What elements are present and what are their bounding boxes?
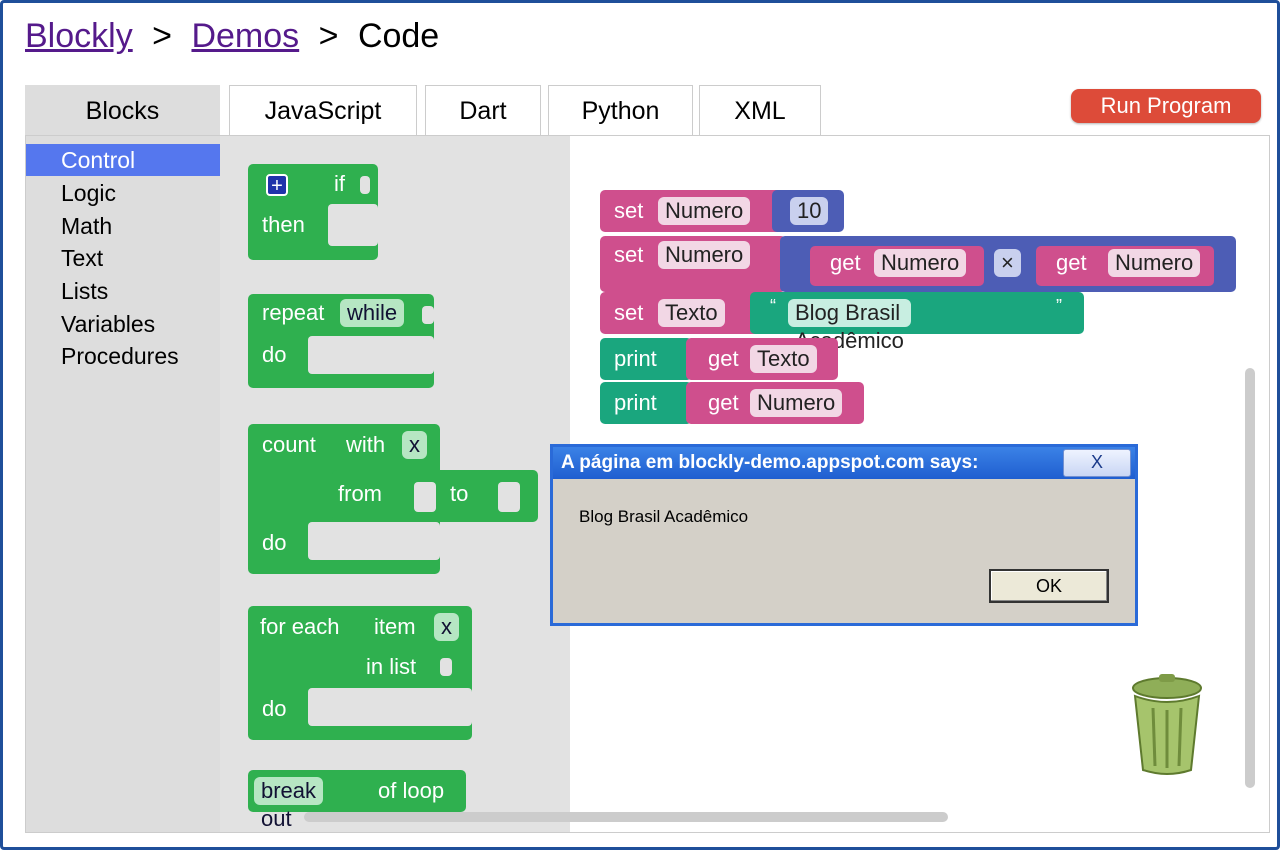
dialog-close-button[interactable]: X [1063,449,1131,477]
do-label: do [262,530,287,555]
get-label: get [708,346,739,371]
if-label: if [334,171,345,196]
toolbox-item-math[interactable]: Math [26,210,220,242]
variable-dropdown[interactable]: Numero [1108,249,1201,277]
toolbox-item-variables[interactable]: Variables [26,308,220,340]
print-label: print [614,346,657,371]
count-label: count [262,432,316,457]
breadcrumb: Blockly > Demos > Code [25,17,439,56]
breadcrumb-current: Code [357,17,440,55]
variable-dropdown[interactable]: Numero [874,249,967,277]
toolbox: Control Logic Math Text Lists Variables … [26,136,220,832]
do-label: do [262,696,287,721]
tab-python[interactable]: Python [548,85,693,136]
variable-dropdown[interactable]: Numero [658,197,751,225]
browser-frame: Blockly > Demos > Code Blocks JavaScript… [0,0,1280,850]
toolbox-item-control[interactable]: Control [26,144,220,176]
set-label: set [614,300,644,325]
horizontal-scrollbar[interactable] [304,812,948,822]
flyout: + if then repeat while do count with x f… [220,136,570,832]
in-list-label: in list [366,654,417,679]
get-label: get [1056,250,1087,275]
toolbox-item-procedures[interactable]: Procedures [26,340,220,372]
to-label: to [450,481,469,506]
set-label: set [614,198,644,223]
plus-icon[interactable]: + [266,174,288,196]
text-field[interactable]: Blog Brasil Acadêmico [788,299,911,353]
item-label: item [374,614,416,639]
variable-dropdown[interactable]: Texto [658,299,725,327]
trash-can-icon[interactable] [1129,674,1205,776]
set-label: set [614,242,644,267]
tab-xml[interactable]: XML [699,85,821,136]
then-label: then [262,212,305,237]
variable-dropdown[interactable]: Numero [658,241,751,269]
repeat-mode-dropdown[interactable]: while [340,299,405,327]
from-label: from [338,481,382,506]
breadcrumb-link-blockly[interactable]: Blockly [25,17,133,55]
quote-open: “ [770,296,776,316]
operator-dropdown[interactable]: × [994,249,1021,277]
breadcrumb-separator: > [318,17,339,55]
dialog-ok-button[interactable]: OK [989,569,1109,603]
alert-dialog: A página em blockly-demo.appspot.com say… [550,444,1138,626]
do-label: do [262,342,287,367]
tab-dart[interactable]: Dart [425,85,541,136]
breadcrumb-link-demos[interactable]: Demos [191,17,299,55]
with-label: with [346,432,386,457]
toolbox-item-logic[interactable]: Logic [26,177,220,209]
blockly-workspace[interactable]: Control Logic Math Text Lists Variables … [25,135,1270,833]
number-field[interactable]: 10 [790,197,829,225]
vertical-scrollbar[interactable] [1245,368,1255,788]
run-program-button[interactable]: Run Program [1071,89,1261,123]
toolbox-item-lists[interactable]: Lists [26,275,220,307]
repeat-label: repeat [262,300,325,325]
of-loop-label: of loop [378,778,445,803]
print-label: print [614,390,657,415]
count-variable-dropdown[interactable]: x [402,431,427,459]
for-each-label: for each [260,614,340,639]
tab-blocks[interactable]: Blocks [25,85,220,136]
dialog-title: A página em blockly-demo.appspot.com say… [553,447,1135,479]
tab-javascript[interactable]: JavaScript [229,85,417,136]
break-mode-dropdown[interactable]: break out [254,777,324,831]
quote-close: ” [1056,296,1062,316]
variable-dropdown[interactable]: Texto [750,345,817,373]
toolbox-item-text[interactable]: Text [26,242,220,274]
breadcrumb-separator: > [152,17,173,55]
get-label: get [708,390,739,415]
get-label: get [830,250,861,275]
item-variable-dropdown[interactable]: x [434,613,459,641]
dialog-message: Blog Brasil Acadêmico [579,507,749,526]
variable-dropdown[interactable]: Numero [750,389,843,417]
